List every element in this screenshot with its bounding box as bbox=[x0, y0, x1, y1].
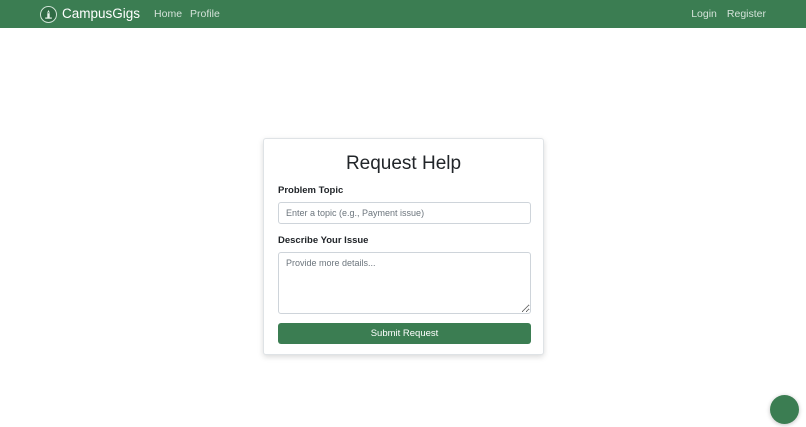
brand-link[interactable]: CampusGigs bbox=[40, 0, 140, 28]
nav-left-links: Home Profile bbox=[154, 0, 228, 28]
nav-right-links: Login Register bbox=[681, 0, 766, 28]
problem-topic-input[interactable] bbox=[278, 202, 531, 224]
issue-description-textarea[interactable] bbox=[278, 252, 531, 314]
page-title: Request Help bbox=[345, 153, 462, 174]
top-navbar: CampusGigs Home Profile Login Register bbox=[0, 0, 806, 28]
brand-name: CampusGigs bbox=[62, 6, 141, 21]
describe-issue-label: Describe Your Issue bbox=[278, 235, 369, 246]
request-help-card: Request Help Problem Topic Describe Your… bbox=[263, 138, 544, 355]
campus-logo-icon bbox=[40, 5, 57, 23]
problem-topic-label: Problem Topic bbox=[278, 185, 344, 196]
nav-link-login[interactable]: Login bbox=[691, 0, 717, 28]
submit-request-button[interactable]: Submit Request bbox=[278, 323, 531, 344]
chat-bubble-icon[interactable] bbox=[770, 395, 799, 424]
nav-link-profile[interactable]: Profile bbox=[190, 0, 220, 28]
nav-link-register[interactable]: Register bbox=[727, 0, 766, 28]
nav-link-home[interactable]: Home bbox=[154, 0, 182, 28]
